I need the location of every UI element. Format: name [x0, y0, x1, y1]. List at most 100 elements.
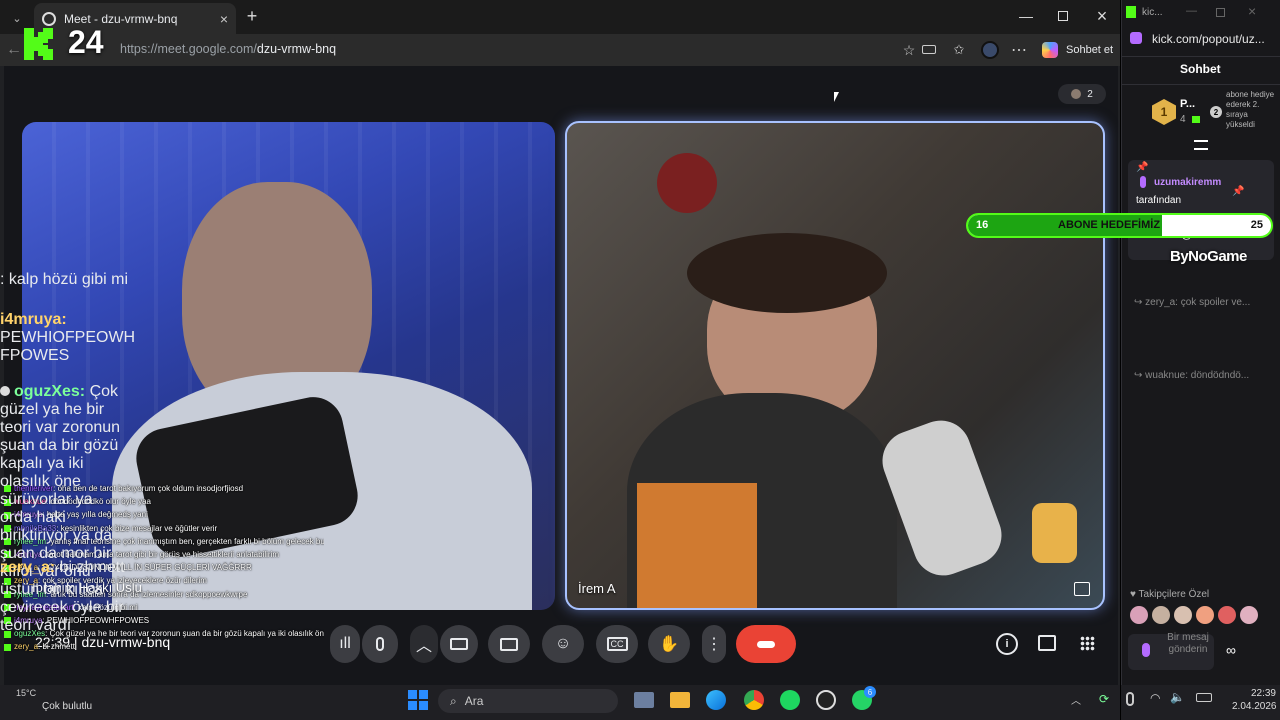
- unpin-icon[interactable]: 📌: [1232, 186, 1244, 197]
- rank-2-badge: 2: [1210, 106, 1222, 118]
- maximize-icon[interactable]: [1058, 11, 1068, 21]
- followers-only-label: ♥ Takipçilere Özel: [1130, 589, 1210, 600]
- mic-button[interactable]: [362, 625, 398, 663]
- weather-text: Çok bulutlu: [42, 701, 93, 712]
- whatsapp-badge: 6: [864, 686, 876, 698]
- present-button[interactable]: [488, 625, 530, 663]
- kick-window-title: kic...: [1142, 7, 1163, 18]
- tray-chevron-icon[interactable]: ︿: [1068, 691, 1084, 707]
- profile-avatar[interactable]: [981, 41, 999, 59]
- activities-icon[interactable]: [1080, 636, 1095, 651]
- volume-icon[interactable]: 🔈: [1170, 690, 1185, 704]
- kick-badge-icon: [4, 643, 11, 651]
- url-path: dzu-vrmw-bnq: [256, 42, 337, 56]
- minimize-icon[interactable]: —: [1016, 6, 1036, 26]
- chat-input-placeholder: Bir mesaj gönderin: [1167, 632, 1209, 655]
- camera-button[interactable]: [440, 625, 478, 663]
- chat-user[interactable]: i4mruya:: [0, 311, 67, 328]
- emote-icon[interactable]: [1152, 606, 1170, 624]
- more-options-button[interactable]: ⋮: [702, 625, 726, 663]
- kick-minimize-icon[interactable]: —: [1186, 5, 1197, 17]
- meet-favicon-icon: [42, 11, 56, 26]
- pin-icon: 📌: [1136, 162, 1149, 173]
- emote-icon[interactable]: [1218, 606, 1236, 624]
- tab-close-icon[interactable]: ×: [220, 11, 228, 27]
- battery-icon: [1196, 693, 1212, 702]
- captions-icon: CC: [606, 637, 628, 651]
- camera-indicator-icon[interactable]: [922, 45, 936, 54]
- info-icon[interactable]: i: [996, 633, 1018, 655]
- goal-label: ABONE HEDEFİMİZ: [1058, 219, 1161, 231]
- audio-level-button[interactable]: ıll: [330, 625, 360, 663]
- pinned-user[interactable]: uzumakiremm: [1154, 177, 1221, 188]
- reply-text: wuaknue: döndödndö...: [1145, 370, 1250, 381]
- overlay-chat-line: zery_a: bi zhmett: [4, 640, 324, 653]
- smiley-icon: ☺: [554, 635, 572, 652]
- heart-icon: ♥: [1130, 589, 1139, 600]
- url-field[interactable]: https://meet.google.com/dzu-vrmw-bnq: [120, 42, 336, 56]
- leave-call-button[interactable]: [736, 625, 796, 663]
- copilot-icon[interactable]: [1042, 42, 1058, 58]
- reply-arrow-icon: ↪: [1134, 297, 1146, 308]
- collapse-icon[interactable]: [1194, 140, 1208, 150]
- favorites-icon[interactable]: ✩: [950, 41, 968, 59]
- sohbet-button[interactable]: Sohbet et: [1066, 44, 1113, 56]
- chat-message: zery_a: bi zhmett: [0, 559, 140, 577]
- user-badge-icon: [1140, 176, 1146, 188]
- tab-list-chevron-icon[interactable]: ⌄: [8, 9, 26, 27]
- taskbar-search[interactable]: ⌕ Ara: [438, 689, 618, 713]
- file-explorer-icon[interactable]: [670, 692, 690, 708]
- participants-indicator[interactable]: 2: [1058, 84, 1106, 104]
- chat-user[interactable]: zery_a:: [0, 559, 55, 576]
- captions-button[interactable]: CC: [596, 625, 638, 663]
- kick-maximize-icon[interactable]: [1216, 8, 1225, 17]
- chat-user[interactable]: oguzXes:: [14, 383, 85, 400]
- wifi-icon[interactable]: ◠: [1150, 691, 1160, 705]
- chat-mic-icon[interactable]: [1142, 643, 1150, 657]
- reply-preview: ↪ zery_a: çok spoiler ve...: [1134, 297, 1250, 308]
- video-options-button[interactable]: ︿: [410, 625, 438, 663]
- emote-icon[interactable]: [1174, 606, 1192, 624]
- raise-hand-button[interactable]: ✋: [648, 625, 690, 663]
- emote-icon[interactable]: [1196, 606, 1214, 624]
- reactions-button[interactable]: ☺: [542, 625, 584, 663]
- new-tab-plus-icon[interactable]: +: [242, 6, 262, 26]
- pinned-by: tarafından: [1136, 195, 1182, 206]
- emote-picker-icon[interactable]: ∞: [1226, 642, 1236, 658]
- tray-time: 22:39: [1250, 688, 1276, 699]
- spotify-icon[interactable]: [780, 690, 800, 710]
- kick-close-icon[interactable]: ×: [1248, 3, 1256, 19]
- obs-icon[interactable]: [816, 690, 836, 710]
- channel-number: 24: [68, 24, 104, 60]
- reply-arrow-icon: ↪: [1134, 370, 1146, 381]
- back-arrow-icon[interactable]: ←: [6, 40, 22, 60]
- kick-favicon-icon: [1126, 6, 1136, 18]
- kick-chat-header: Sohbet: [1180, 62, 1221, 76]
- task-view-icon[interactable]: [634, 692, 654, 708]
- close-window-icon[interactable]: ×: [1092, 5, 1112, 27]
- kick-logo: [24, 28, 54, 60]
- video-tile-right[interactable]: [565, 121, 1105, 610]
- tray-date: 2.04.2026: [1232, 701, 1277, 712]
- hangup-icon: [757, 640, 775, 648]
- more-menu-icon[interactable]: ⋯: [1010, 41, 1028, 59]
- emote-icon[interactable]: [1130, 606, 1148, 624]
- bookmark-star-icon[interactable]: ☆: [900, 41, 918, 59]
- chat-icon[interactable]: [1038, 635, 1056, 651]
- goal-current: 16: [976, 219, 989, 231]
- start-menu-icon[interactable]: [408, 690, 428, 710]
- reply-preview: ↪ wuaknue: döndödndö...: [1134, 370, 1249, 381]
- chrome-icon[interactable]: [744, 690, 764, 710]
- sync-icon[interactable]: ⟳: [1096, 691, 1112, 707]
- search-icon: ⌕: [450, 693, 457, 708]
- emote-icon[interactable]: [1240, 606, 1258, 624]
- tray-clock[interactable]: 22:39 2.04.2026: [1232, 687, 1277, 713]
- pip-icon[interactable]: [1074, 582, 1090, 596]
- tab-meet[interactable]: Meet - dzu-vrmw-bnq ×: [34, 3, 236, 34]
- rank-user: P...: [1180, 98, 1196, 110]
- tray-mic-icon[interactable]: [1126, 692, 1134, 706]
- edge-icon[interactable]: [706, 690, 726, 710]
- kick-url[interactable]: kick.com/popout/uz...: [1152, 32, 1265, 46]
- chat-text: PEWHIOFPEOWHFPOWES: [0, 329, 136, 364]
- url-base: https://meet.google.com/: [120, 42, 257, 56]
